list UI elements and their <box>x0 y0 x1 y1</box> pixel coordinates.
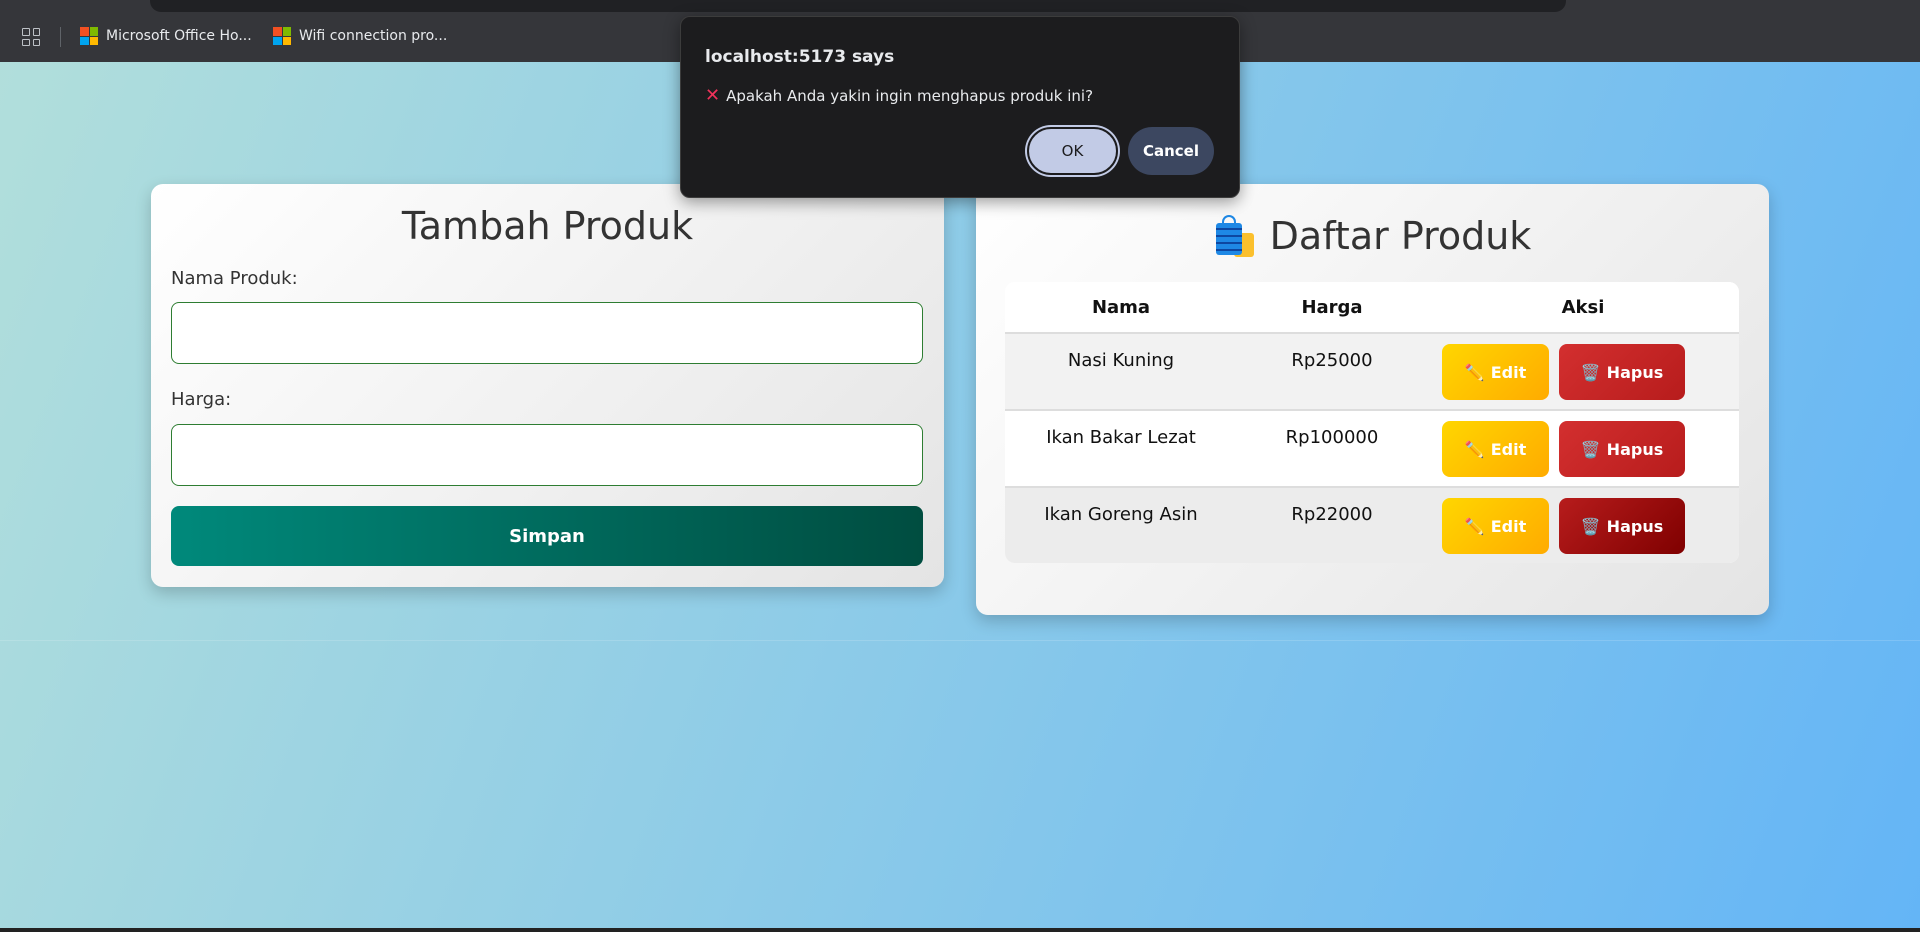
form-title: Tambah Produk <box>401 204 694 248</box>
table-row: Nasi Kuning Rp25000 ✏️ Edit 🗑️ Hapus <box>1005 332 1739 409</box>
edit-button[interactable]: ✏️ Edit <box>1442 344 1549 400</box>
cancel-button[interactable]: Cancel <box>1128 127 1214 175</box>
dialog-title: localhost:5173 says <box>705 47 895 67</box>
product-list-card: Daftar Produk Nama Harga Aksi Nasi Kunin… <box>976 184 1769 615</box>
bookmark-microsoft-office[interactable]: Microsoft Office Ho... <box>80 27 252 45</box>
name-label: Nama Produk: <box>171 268 298 289</box>
delete-button[interactable]: 🗑️ Hapus <box>1559 498 1685 554</box>
table-header: Nama Harga Aksi <box>1005 282 1739 332</box>
confirm-dialog: localhost:5173 says ✕ Apakah Anda yakin i… <box>680 16 1240 198</box>
table-row: Ikan Bakar Lezat Rp100000 ✏️ Edit 🗑️ Hapus <box>1005 409 1739 486</box>
save-button[interactable]: Simpan <box>171 506 923 566</box>
bookmark-label: Microsoft Office Ho... <box>106 28 252 44</box>
header-price: Harga <box>1301 296 1363 318</box>
header-actions: Aksi <box>1561 296 1605 318</box>
product-price: Rp22000 <box>1291 504 1373 525</box>
delete-button[interactable]: 🗑️ Hapus <box>1559 344 1685 400</box>
divider <box>0 928 1920 932</box>
divider <box>60 27 61 47</box>
bookmark-label: Wifi connection pro... <box>299 28 448 44</box>
bookmark-wifi-connection[interactable]: Wifi connection pro... <box>273 27 447 45</box>
header-name: Nama <box>1091 296 1151 318</box>
edit-button[interactable]: ✏️ Edit <box>1442 421 1549 477</box>
product-price: Rp100000 <box>1285 427 1379 448</box>
wastebasket-icon: 🗑️ <box>1580 362 1601 382</box>
edit-button[interactable]: ✏️ Edit <box>1442 498 1549 554</box>
address-bar[interactable] <box>150 0 1566 12</box>
table-row: Ikan Goreng Asin Rp22000 ✏️ Edit 🗑️ Hapus <box>1005 486 1739 563</box>
list-title: Daftar Produk <box>1269 214 1532 258</box>
price-input[interactable] <box>171 424 923 486</box>
product-name: Ikan Goreng Asin <box>1044 504 1198 525</box>
pencil-icon: ✏️ <box>1464 362 1485 382</box>
delete-button[interactable]: 🗑️ Hapus <box>1559 421 1685 477</box>
product-name: Nasi Kuning <box>1067 350 1175 371</box>
product-name: Ikan Bakar Lezat <box>1046 427 1196 448</box>
shopping-bag-icon <box>1214 215 1256 257</box>
wastebasket-icon: 🗑️ <box>1580 439 1601 459</box>
microsoft-icon <box>80 27 98 45</box>
wastebasket-icon: 🗑️ <box>1580 516 1601 536</box>
cross-mark-icon: ✕ <box>705 85 721 106</box>
microsoft-icon <box>273 27 291 45</box>
product-table: Nama Harga Aksi Nasi Kuning Rp25000 ✏️ Ed… <box>1005 282 1739 563</box>
pencil-icon: ✏️ <box>1464 439 1485 459</box>
add-product-card: Tambah Produk Nama Produk: Harga: Simpan <box>151 184 944 587</box>
pencil-icon: ✏️ <box>1464 516 1485 536</box>
price-label: Harga: <box>171 389 232 410</box>
apps-icon[interactable] <box>22 28 40 46</box>
ok-button[interactable]: OK <box>1027 127 1118 175</box>
dialog-message: Apakah Anda yakin ingin menghapus produk… <box>726 86 1094 105</box>
divider <box>0 640 1920 641</box>
product-name-input[interactable] <box>171 302 923 364</box>
product-price: Rp25000 <box>1291 350 1373 371</box>
